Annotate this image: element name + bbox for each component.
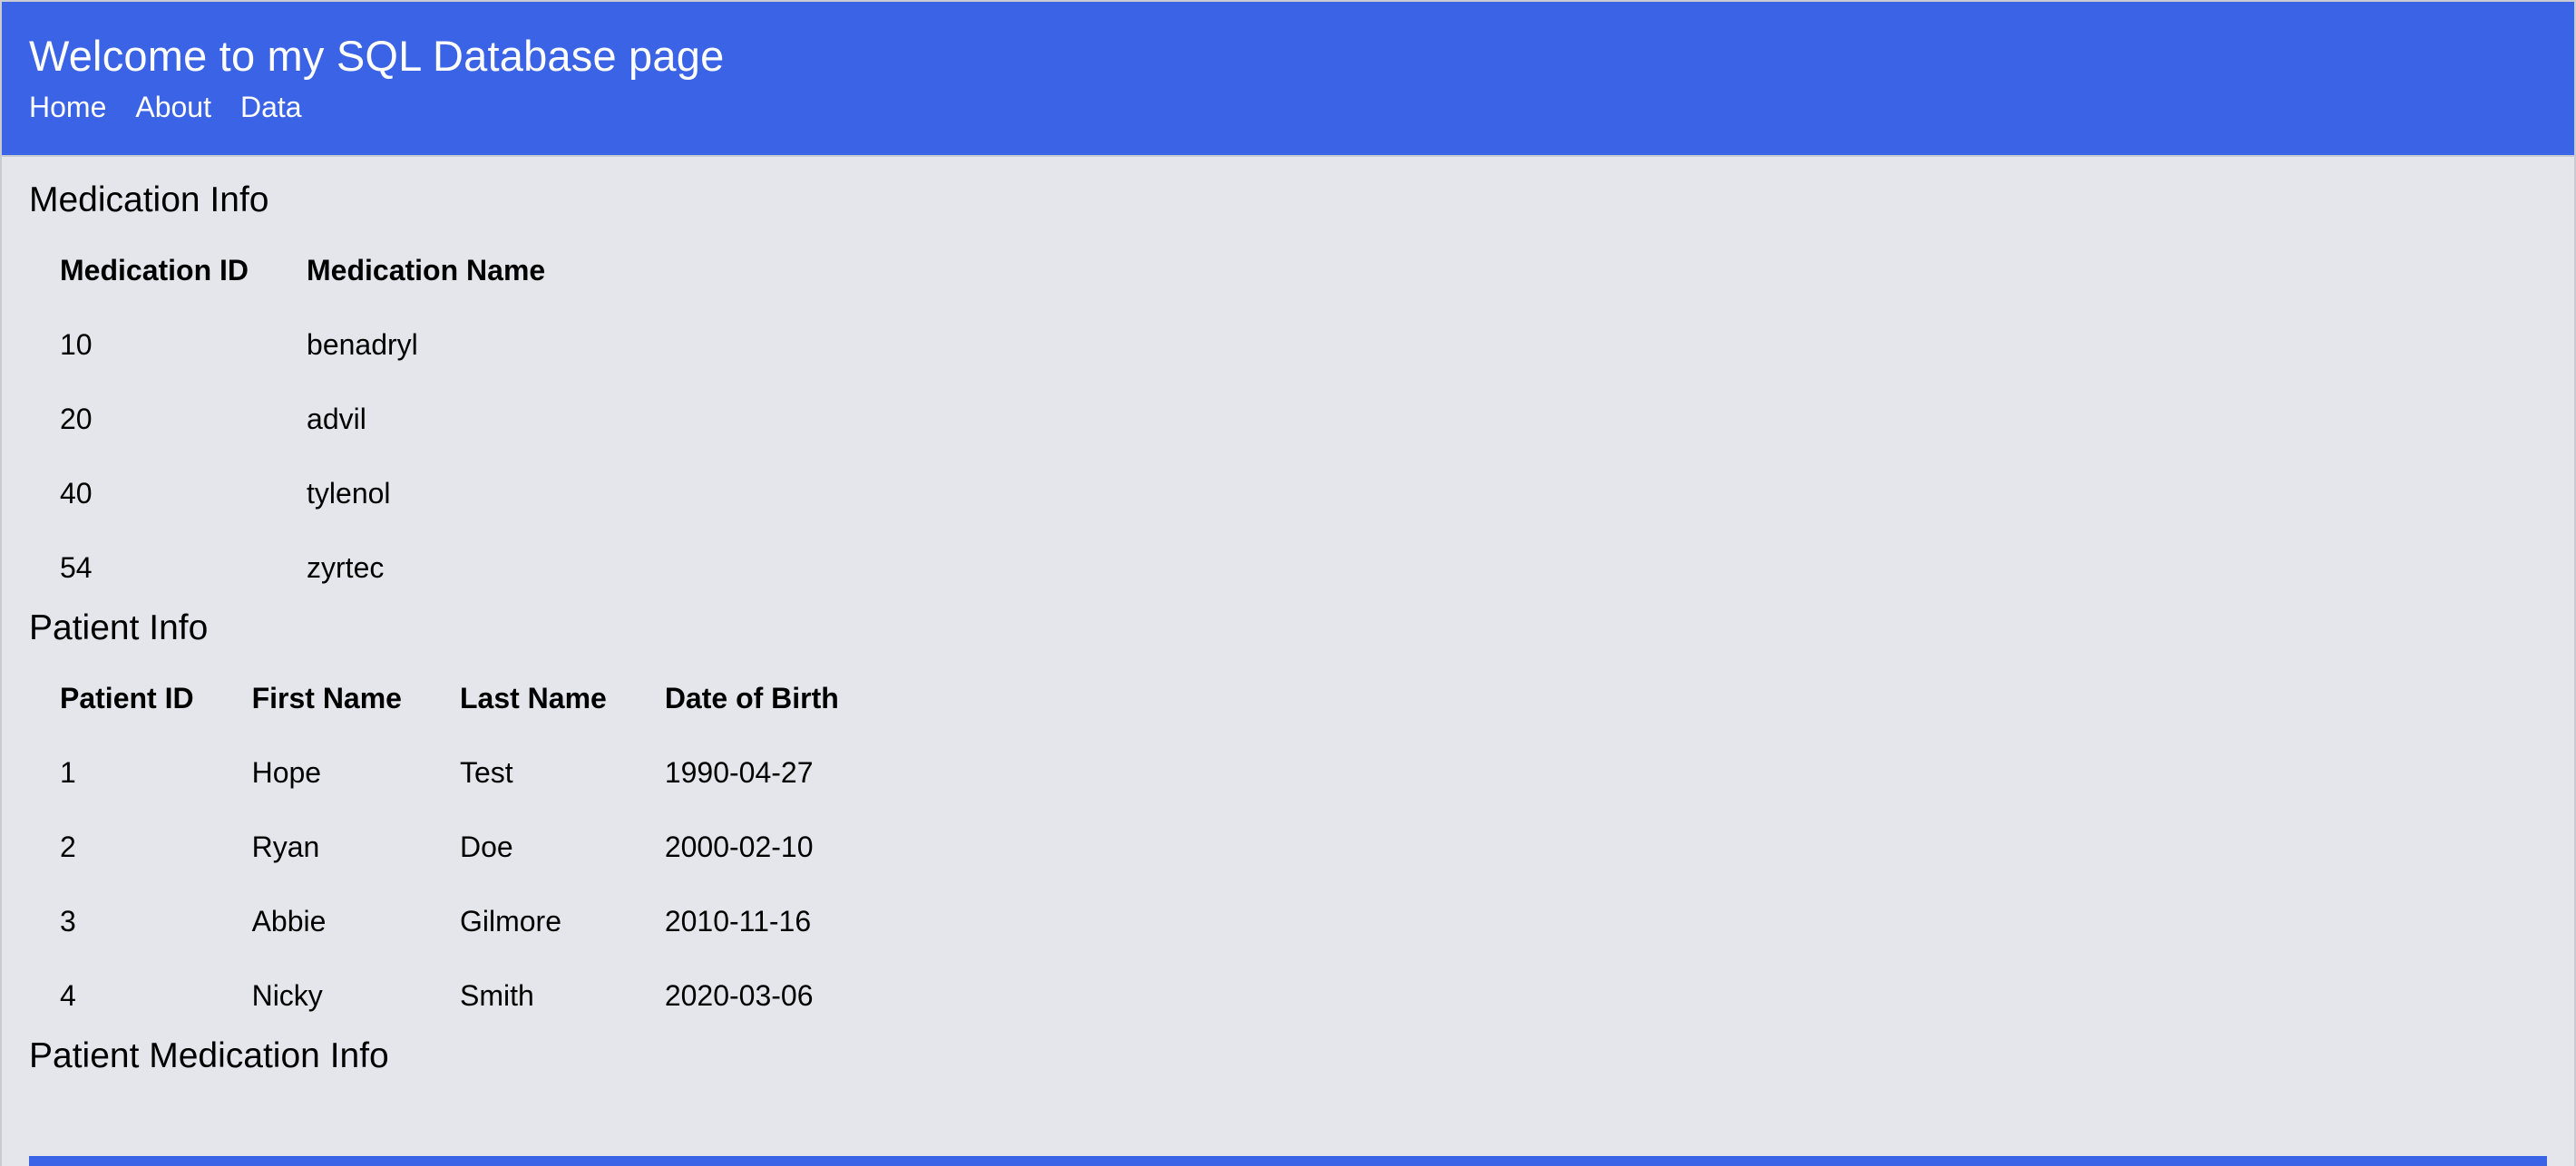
page-title: Welcome to my SQL Database page xyxy=(29,32,725,80)
column-header-date-of-birth: Date of Birth xyxy=(664,681,839,714)
main-nav: Home About Data xyxy=(29,85,2547,129)
medication-table: Medication ID Medication Name 10 benadry… xyxy=(31,233,574,605)
table-row: 4 Nicky Smith 2020-03-06 xyxy=(31,958,868,1033)
nav-link-home[interactable]: Home xyxy=(29,85,106,129)
table-header-row: Medication ID Medication Name xyxy=(31,233,574,307)
nav-link-about[interactable]: About xyxy=(135,85,211,129)
medication-id-cell: 40 xyxy=(60,476,93,510)
medication-section-title: Medication Info xyxy=(29,180,269,219)
patient-table: Patient ID First Name Last Name Date of … xyxy=(31,661,868,1033)
column-header-patient-id: Patient ID xyxy=(60,681,194,714)
column-header-medication-id: Medication ID xyxy=(60,253,249,287)
table-row: 2 Ryan Doe 2000-02-10 xyxy=(31,810,868,884)
medication-name-cell: zyrtec xyxy=(307,550,385,584)
patient-id-cell: 3 xyxy=(60,904,76,938)
first-name-cell: Abbie xyxy=(251,904,327,938)
medication-id-cell: 54 xyxy=(60,550,93,584)
patient-section-title: Patient Info xyxy=(29,608,209,647)
column-header-last-name: Last Name xyxy=(459,681,607,714)
medication-id-cell: 20 xyxy=(60,402,93,435)
first-name-cell: Nicky xyxy=(251,978,323,1012)
first-name-cell: Hope xyxy=(251,755,322,789)
medication-name-cell: tylenol xyxy=(307,476,391,510)
site-header: Welcome to my SQL Database page Home Abo… xyxy=(2,2,2574,157)
table-row: 20 advil xyxy=(31,382,574,456)
column-header-first-name: First Name xyxy=(251,681,402,714)
table-row: 40 tylenol xyxy=(31,456,574,530)
table-row: 3 Abbie Gilmore 2010-11-16 xyxy=(31,884,868,958)
page: Welcome to my SQL Database page Home Abo… xyxy=(0,0,2576,1166)
medication-name-cell: benadryl xyxy=(307,327,418,361)
column-header-medication-name: Medication Name xyxy=(307,253,546,287)
main-content: Medication Info Medication ID Medication… xyxy=(2,157,2574,1089)
date-of-birth-cell: 2000-02-10 xyxy=(664,830,814,863)
patient-id-cell: 1 xyxy=(60,755,76,789)
date-of-birth-cell: 1990-04-27 xyxy=(664,755,814,789)
table-row: 10 benadryl xyxy=(31,307,574,382)
last-name-cell: Test xyxy=(459,755,513,789)
table-row: 54 zyrtec xyxy=(31,530,574,605)
patient-medication-section-title: Patient Medication Info xyxy=(29,1036,389,1075)
table-row: 1 Hope Test 1990-04-27 xyxy=(31,735,868,810)
last-name-cell: Gilmore xyxy=(459,904,561,938)
first-name-cell: Ryan xyxy=(251,830,320,863)
patient-medication-table-header-bar xyxy=(29,1156,2547,1166)
medication-id-cell: 10 xyxy=(60,327,93,361)
nav-link-data[interactable]: Data xyxy=(240,85,302,129)
table-header-row: Patient ID First Name Last Name Date of … xyxy=(31,661,868,735)
patient-id-cell: 2 xyxy=(60,830,76,863)
patient-id-cell: 4 xyxy=(60,978,76,1012)
medication-name-cell: advil xyxy=(307,402,366,435)
date-of-birth-cell: 2020-03-06 xyxy=(664,978,814,1012)
last-name-cell: Smith xyxy=(459,978,534,1012)
last-name-cell: Doe xyxy=(459,830,513,863)
date-of-birth-cell: 2010-11-16 xyxy=(664,904,812,938)
